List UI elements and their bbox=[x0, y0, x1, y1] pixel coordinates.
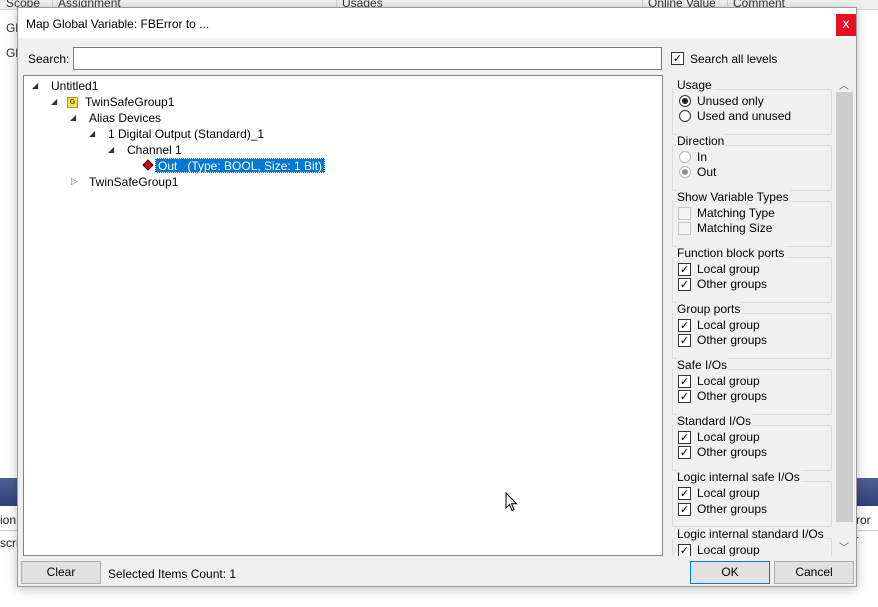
unused-only-radio[interactable] bbox=[679, 95, 691, 107]
mouse-cursor-icon bbox=[505, 492, 518, 512]
selected-items-count: Selected Items Count: 1 bbox=[108, 567, 237, 581]
clear-button[interactable]: Clear bbox=[21, 561, 101, 584]
scroll-thumb[interactable] bbox=[836, 92, 853, 522]
standard-ios-local-label: Local group bbox=[697, 430, 760, 444]
matching-size-checkbox[interactable] bbox=[678, 222, 691, 235]
expanded-arrow-icon[interactable]: ◢ bbox=[89, 126, 95, 142]
bg-tab-left: ion bbox=[0, 513, 17, 527]
group-ports-other-label: Other groups bbox=[697, 333, 768, 347]
tree-node-alias-devices[interactable]: Alias Devices bbox=[89, 110, 161, 126]
tree-node-group-2[interactable]: TwinSafeGroup1 bbox=[89, 174, 178, 190]
safety-group-icon: G bbox=[67, 97, 78, 108]
scroll-down-icon[interactable]: ﹀ bbox=[839, 539, 849, 554]
safe-ios-other-label: Other groups bbox=[697, 389, 768, 403]
collapsed-arrow-icon[interactable]: ▷ bbox=[71, 174, 78, 190]
logic-internal-safe-title: Logic internal safe I/Os bbox=[676, 470, 801, 484]
logic-safe-local-label: Local group bbox=[697, 486, 760, 500]
logic-standard-local-label: Local group bbox=[697, 543, 760, 556]
matching-size-label: Matching Size bbox=[697, 221, 773, 235]
map-global-variable-dialog: Map Global Variable: FBError to ... x Se… bbox=[17, 7, 857, 587]
search-all-levels-label: Search all levels bbox=[690, 52, 778, 66]
expanded-arrow-icon[interactable]: ◢ bbox=[70, 110, 76, 126]
close-icon: x bbox=[842, 17, 850, 32]
used-and-unused-label: Used and unused bbox=[697, 109, 792, 123]
boolean-variable-icon bbox=[142, 159, 154, 171]
fb-ports-local-label: Local group bbox=[697, 262, 760, 276]
scroll-up-icon[interactable]: ︿ bbox=[839, 77, 849, 92]
tree-node-channel[interactable]: Channel 1 bbox=[127, 142, 182, 158]
tree-node-root[interactable]: Untitled1 bbox=[51, 78, 98, 94]
expanded-arrow-icon[interactable]: ◢ bbox=[51, 94, 57, 110]
group-ports-local-label: Local group bbox=[697, 318, 760, 332]
usage-title: Usage bbox=[676, 78, 713, 92]
close-button[interactable]: x bbox=[836, 14, 856, 36]
group-ports-local-checkbox[interactable]: ✓ bbox=[678, 319, 691, 332]
matching-type-label: Matching Type bbox=[697, 206, 775, 220]
safe-ios-local-label: Local group bbox=[697, 374, 760, 388]
logic-safe-other-checkbox[interactable]: ✓ bbox=[678, 503, 691, 516]
group-ports-title: Group ports bbox=[676, 302, 742, 316]
search-input[interactable] bbox=[73, 47, 662, 70]
direction-title: Direction bbox=[676, 134, 726, 148]
matching-type-checkbox[interactable] bbox=[678, 207, 691, 220]
standard-ios-title: Standard I/Os bbox=[676, 414, 753, 428]
logic-internal-standard-title: Logic internal standard I/Os bbox=[676, 527, 825, 541]
direction-group bbox=[672, 145, 832, 191]
bg-text-left: scri bbox=[0, 536, 19, 550]
direction-out-label: Out bbox=[697, 165, 717, 179]
unused-only-label: Unused only bbox=[697, 94, 764, 108]
direction-out-radio[interactable] bbox=[679, 166, 691, 178]
tree-node-group-1[interactable]: TwinSafeGroup1 bbox=[85, 94, 174, 110]
dialog-titlebar[interactable]: Map Global Variable: FBError to ... x bbox=[18, 8, 856, 38]
safe-ios-other-checkbox[interactable]: ✓ bbox=[678, 390, 691, 403]
expanded-arrow-icon[interactable]: ◢ bbox=[32, 78, 38, 94]
standard-ios-other-checkbox[interactable]: ✓ bbox=[678, 446, 691, 459]
function-block-ports-title: Function block ports bbox=[676, 246, 786, 260]
search-all-levels-checkbox[interactable]: ✓ bbox=[671, 52, 684, 65]
filter-panel: Usage Unused only Used and unused Direct… bbox=[670, 75, 854, 556]
direction-in-label: In bbox=[697, 150, 708, 164]
standard-ios-other-label: Other groups bbox=[697, 445, 768, 459]
logic-safe-other-label: Other groups bbox=[697, 502, 768, 516]
logic-safe-local-checkbox[interactable]: ✓ bbox=[678, 487, 691, 500]
standard-ios-local-checkbox[interactable]: ✓ bbox=[678, 431, 691, 444]
variable-tree[interactable]: ◢ Untitled1 ◢ G TwinSafeGroup1 ◢ Alias D… bbox=[23, 75, 663, 556]
fb-ports-local-checkbox[interactable]: ✓ bbox=[678, 263, 691, 276]
used-and-unused-radio[interactable] bbox=[679, 110, 691, 122]
dialog-title: Map Global Variable: FBError to ... bbox=[26, 17, 210, 31]
expanded-arrow-icon[interactable]: ◢ bbox=[108, 142, 114, 158]
ok-button[interactable]: OK bbox=[690, 561, 770, 584]
filter-panel-scrollbar[interactable]: ︿ ﹀ bbox=[836, 75, 853, 556]
safe-ios-local-checkbox[interactable]: ✓ bbox=[678, 375, 691, 388]
selected-variable-label: Out (Type: BOOL, Size: 1 Bit) bbox=[158, 159, 323, 173]
fb-ports-other-label: Other groups bbox=[697, 277, 768, 291]
safe-ios-title: Safe I/Os bbox=[676, 358, 729, 372]
direction-in-radio[interactable] bbox=[679, 151, 691, 163]
variable-types-title: Show Variable Types bbox=[676, 190, 790, 204]
cancel-button[interactable]: Cancel bbox=[774, 561, 854, 584]
tree-node-device[interactable]: 1 Digital Output (Standard)_1 bbox=[108, 126, 264, 142]
search-label: Search: bbox=[28, 52, 70, 66]
fb-ports-other-checkbox[interactable]: ✓ bbox=[678, 278, 691, 291]
logic-standard-local-checkbox[interactable]: ✓ bbox=[678, 544, 691, 556]
tree-node-selected-variable[interactable]: Out (Type: BOOL, Size: 1 Bit) bbox=[155, 158, 326, 173]
group-ports-other-checkbox[interactable]: ✓ bbox=[678, 334, 691, 347]
